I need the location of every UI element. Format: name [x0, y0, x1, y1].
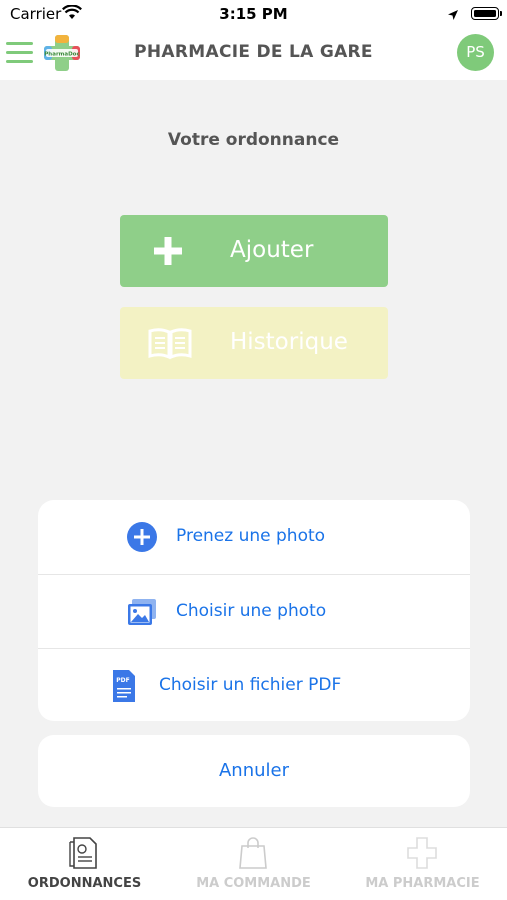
- photos-icon: [126, 596, 158, 628]
- prescription-icon: [68, 836, 100, 870]
- take-photo-label: Prenez une photo: [176, 526, 326, 546]
- choose-pdf-label: Choisir un fichier PDF: [159, 675, 342, 695]
- avatar[interactable]: PS: [457, 34, 494, 71]
- plus-icon: [148, 231, 188, 271]
- tab-bar: ORDONNANCES MA COMMANDE MA PHARMACIE: [0, 827, 507, 900]
- tab-ma-pharmacie-label: MA PHARMACIE: [365, 876, 480, 891]
- pharmacy-cross-icon: [406, 836, 438, 870]
- add-label: Ajouter: [230, 237, 314, 263]
- page-title: PHARMACIE DE LA GARE: [134, 42, 373, 62]
- pdf-icon-text: PDF: [116, 677, 129, 684]
- status-time: 3:15 PM: [219, 5, 288, 23]
- choose-pdf-option[interactable]: PDF Choisir un fichier PDF: [38, 648, 470, 721]
- shopping-bag-icon: [237, 836, 269, 870]
- plus-circle-icon: [126, 521, 158, 553]
- tab-ma-commande-label: MA COMMANDE: [196, 876, 311, 891]
- section-title: Votre ordonnance: [167, 130, 340, 150]
- book-icon: [148, 323, 192, 363]
- tab-ordonnances[interactable]: ORDONNANCES: [0, 828, 169, 900]
- tab-ordonnances-label: ORDONNANCES: [27, 876, 142, 891]
- pdf-file-icon: PDF: [111, 670, 137, 702]
- action-sheet: Prenez une photo Choisir une photo PDF C…: [38, 500, 470, 721]
- add-prescription-button[interactable]: Ajouter: [120, 215, 388, 287]
- history-label: Historique: [230, 329, 348, 355]
- cancel-button[interactable]: Annuler: [38, 735, 470, 807]
- location-arrow-icon: [447, 6, 459, 25]
- take-photo-option[interactable]: Prenez une photo: [38, 500, 470, 574]
- history-button[interactable]: Historique: [120, 307, 388, 379]
- tab-ma-commande[interactable]: MA COMMANDE: [169, 828, 338, 900]
- battery-icon: [471, 7, 502, 20]
- choose-photo-label: Choisir une photo: [176, 601, 327, 621]
- status-bar: Carrier 3:15 PM: [0, 0, 507, 28]
- choose-photo-option[interactable]: Choisir une photo: [38, 574, 470, 648]
- app-header: PharmaDoc PHARMACIE DE LA GARE PS: [0, 28, 507, 80]
- tab-ma-pharmacie[interactable]: MA PHARMACIE: [338, 828, 507, 900]
